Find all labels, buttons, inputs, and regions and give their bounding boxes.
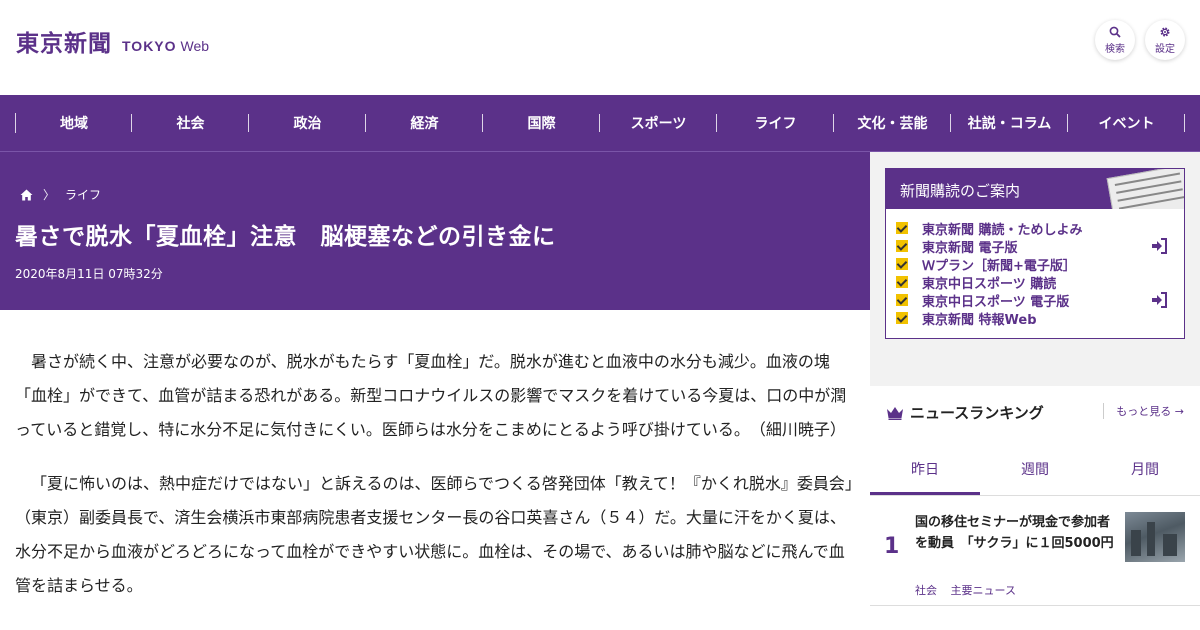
article-date: 2020年8月11日 07時32分	[15, 267, 163, 281]
logo-tokyo: TOKYO	[122, 38, 177, 54]
logo-japanese: 東京新聞	[16, 30, 112, 57]
article-body: 暑さが続く中、注意が必要なのが、脱水がもたらす「夏血栓」だ。脱水が進むと血液中の…	[15, 345, 855, 623]
tab-monthly[interactable]: 月間	[1090, 444, 1200, 495]
nav-item-region[interactable]: 地域	[15, 113, 132, 133]
nav-item-international[interactable]: 国際	[483, 113, 600, 133]
sidebar: 新聞購読のご案内 東京新聞 購読・ためしよみ 東京新聞 電子版 Ｗプラン［新聞+…	[870, 152, 1200, 630]
site-logo[interactable]: 東京新聞 TOKYO Web	[16, 24, 209, 58]
subscription-list: 東京新聞 購読・ためしよみ 東京新聞 電子版 Ｗプラン［新聞+電子版］ 東京中日…	[886, 209, 1184, 328]
nav-item-editorial[interactable]: 社説・コラム	[951, 113, 1068, 133]
nav-item-culture[interactable]: 文化・芸能	[834, 113, 951, 133]
search-icon	[1109, 26, 1121, 38]
search-button[interactable]: 検索	[1095, 20, 1135, 60]
search-label: 検索	[1105, 43, 1125, 55]
checkbox-icon	[896, 258, 908, 270]
subscription-title: 新聞購読のご案内	[900, 182, 1021, 200]
article-title: 暑さで脱水「夏血栓」注意 脳梗塞などの引き金に	[15, 224, 556, 250]
checkbox-icon	[896, 222, 908, 234]
subscription-link[interactable]: 東京中日スポーツ 電子版	[896, 291, 1184, 310]
ranking-item-title[interactable]: 国の移住セミナーが現金で参加者を動員 「サクラ」に１回5000円	[915, 512, 1115, 554]
subscription-link[interactable]: Ｗプラン［新聞+電子版］	[896, 255, 1184, 274]
more-link[interactable]: もっと見る →	[1103, 403, 1184, 419]
tag-society[interactable]: 社会	[915, 584, 937, 597]
main-nav: 地域 社会 政治 経済 国際 スポーツ ライフ 文化・芸能 社説・コラム イベン…	[0, 95, 1200, 152]
ranking-title: ニュースランキング	[910, 404, 1044, 422]
checkbox-icon	[896, 276, 908, 288]
subscription-link[interactable]: 東京中日スポーツ 購読	[896, 273, 1184, 292]
checkbox-icon	[896, 312, 908, 324]
tab-weekly[interactable]: 週間	[980, 444, 1090, 495]
subscription-link[interactable]: 東京新聞 特報Web	[896, 309, 1184, 328]
home-icon[interactable]	[20, 189, 33, 201]
article-paragraph: 暑さが続く中、注意が必要なのが、脱水がもたらす「夏血栓」だ。脱水が進むと血液中の…	[15, 352, 847, 439]
subscription-link[interactable]: 東京新聞 購読・ためしよみ	[896, 219, 1184, 238]
rank-number: 1	[884, 534, 900, 559]
ranking-item-tags: 社会 主要ニュース	[915, 582, 1026, 598]
nav-item-politics[interactable]: 政治	[249, 113, 366, 133]
nav-item-events[interactable]: イベント	[1068, 113, 1185, 133]
subscription-header: 新聞購読のご案内	[886, 169, 1184, 209]
article-paragraph: 「夏に怖いのは、熱中症だけではない」と訴えるのは、医師らでつくる啓発団体「教えて…	[15, 474, 853, 595]
settings-button[interactable]: 設定	[1145, 20, 1185, 60]
ranking-item[interactable]: 1 国の移住セミナーが現金で参加者を動員 「サクラ」に１回5000円 社会 主要…	[870, 496, 1200, 606]
settings-label: 設定	[1155, 43, 1175, 55]
checkbox-icon	[896, 294, 908, 306]
crown-icon	[887, 406, 903, 420]
login-icon[interactable]	[1150, 238, 1168, 254]
news-ranking: ニュースランキング もっと見る → 昨日 週間 月間 1 国の移住セミナーが現金…	[870, 386, 1200, 630]
login-icon[interactable]	[1150, 292, 1168, 308]
nav-item-economy[interactable]: 経済	[366, 113, 483, 133]
newspaper-icon	[1106, 169, 1184, 209]
ranking-tabs: 昨日 週間 月間	[870, 444, 1200, 496]
nav-item-life[interactable]: ライフ	[717, 113, 834, 133]
checkbox-icon	[896, 240, 908, 252]
breadcrumb: 〉 ライフ	[20, 186, 101, 203]
article-hero: 〉 ライフ 暑さで脱水「夏血栓」注意 脳梗塞などの引き金に 2020年8月11日…	[0, 152, 870, 310]
arrow-right-icon: →	[1174, 405, 1184, 418]
gear-icon	[1160, 26, 1170, 37]
ranking-header: ニュースランキング	[886, 402, 1044, 423]
nav-item-society[interactable]: 社会	[132, 113, 249, 133]
nav-item-sports[interactable]: スポーツ	[600, 113, 717, 133]
logo-web: Web	[180, 38, 210, 54]
ranking-item-thumbnail[interactable]	[1125, 512, 1185, 562]
chevron-right-icon: 〉	[43, 188, 56, 202]
subscription-box: 新聞購読のご案内 東京新聞 購読・ためしよみ 東京新聞 電子版 Ｗプラン［新聞+…	[885, 168, 1185, 339]
breadcrumb-category[interactable]: ライフ	[65, 186, 101, 203]
subscription-link[interactable]: 東京新聞 電子版	[896, 237, 1184, 256]
tab-yesterday[interactable]: 昨日	[870, 444, 980, 495]
tag-main-news[interactable]: 主要ニュース	[951, 584, 1016, 597]
site-header: 東京新聞 TOKYO Web 検索 設定	[0, 0, 1200, 95]
